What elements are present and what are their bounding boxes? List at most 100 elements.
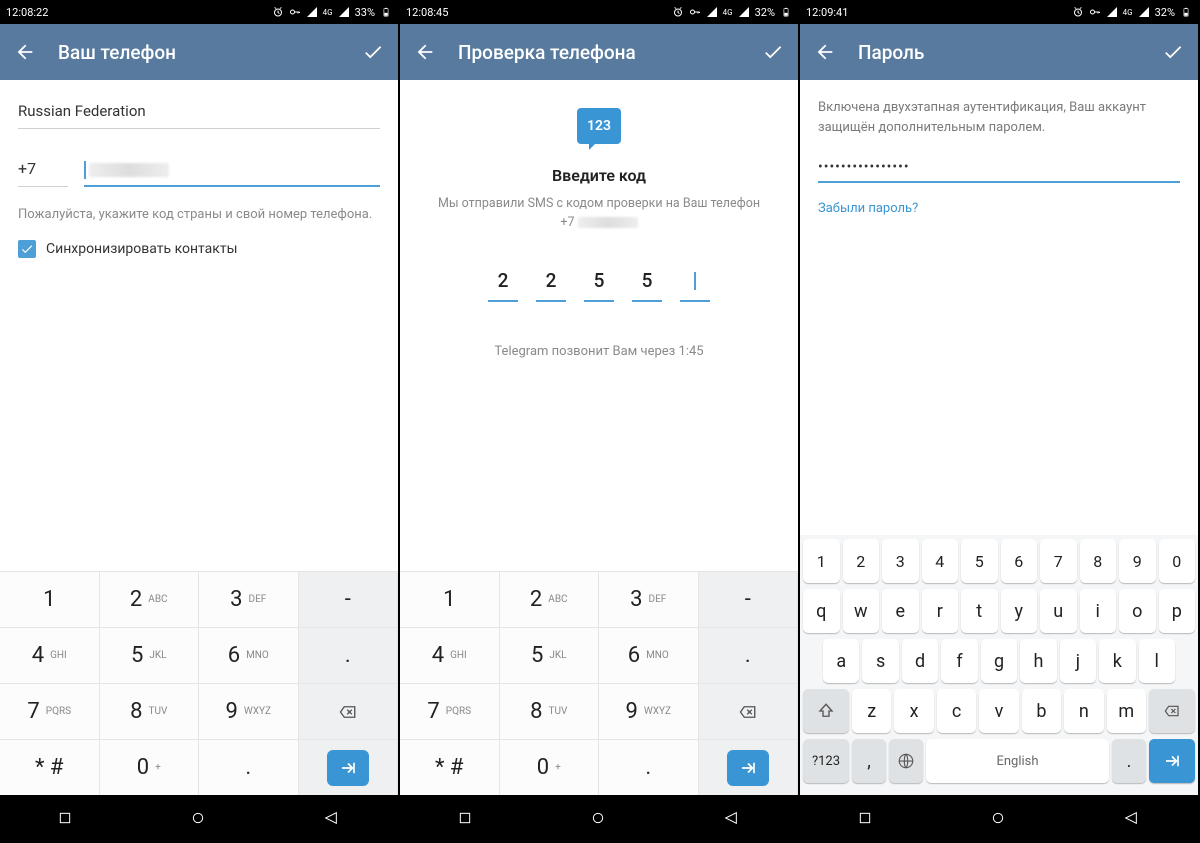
key-[interactable]: . xyxy=(199,739,299,795)
phone-number-field[interactable] xyxy=(84,153,380,187)
code-digit-5[interactable] xyxy=(680,265,710,302)
key-1[interactable]: 1 xyxy=(0,571,100,627)
code-digit-2[interactable]: 2 xyxy=(536,265,566,302)
key-go[interactable] xyxy=(1149,739,1195,783)
key-r[interactable]: r xyxy=(922,589,959,633)
key-k[interactable]: k xyxy=(1099,639,1135,683)
confirm-icon[interactable] xyxy=(1162,41,1184,63)
key-9[interactable]: 9WXYZ xyxy=(599,683,699,739)
key-0[interactable]: 0+ xyxy=(500,739,600,795)
password-field[interactable]: •••••••••••••••• xyxy=(818,153,1180,183)
nav-home-icon[interactable] xyxy=(190,810,208,828)
confirm-icon[interactable] xyxy=(762,41,784,63)
key-6[interactable]: 6MNO xyxy=(599,627,699,683)
key-7[interactable]: 7PQRS xyxy=(400,683,500,739)
forgot-password-link[interactable]: Забыли пароль? xyxy=(800,187,1198,230)
nav-back-icon[interactable] xyxy=(1123,810,1141,828)
key-8[interactable]: 8 xyxy=(1080,539,1117,583)
key-v[interactable]: v xyxy=(979,689,1018,733)
back-icon[interactable] xyxy=(414,41,436,63)
key-[interactable]: . xyxy=(299,627,399,683)
key-n[interactable]: n xyxy=(1064,689,1103,733)
key-c[interactable]: c xyxy=(937,689,976,733)
key-3[interactable]: 3DEF xyxy=(199,571,299,627)
key-go[interactable] xyxy=(699,739,799,795)
key-7[interactable]: 7PQRS xyxy=(0,683,100,739)
key-8[interactable]: 8TUV xyxy=(100,683,200,739)
key-go[interactable] xyxy=(299,739,399,795)
key-s[interactable]: s xyxy=(862,639,898,683)
country-code-field[interactable]: +7 xyxy=(18,153,68,187)
key-7[interactable]: 7 xyxy=(1040,539,1077,583)
key-f[interactable]: f xyxy=(941,639,977,683)
key-period[interactable]: . xyxy=(1112,739,1146,783)
key-g[interactable]: g xyxy=(981,639,1017,683)
nav-recent-icon[interactable] xyxy=(57,810,75,828)
code-digit-3[interactable]: 5 xyxy=(584,265,614,302)
key-[interactable]: * # xyxy=(0,739,100,795)
back-icon[interactable] xyxy=(814,41,836,63)
key-9[interactable]: 9 xyxy=(1119,539,1156,583)
key-comma[interactable]: , xyxy=(852,739,886,783)
nav-home-icon[interactable] xyxy=(590,810,608,828)
nav-recent-icon[interactable] xyxy=(857,810,875,828)
nav-back-icon[interactable] xyxy=(723,810,741,828)
key-y[interactable]: y xyxy=(1001,589,1038,633)
nav-back-icon[interactable] xyxy=(323,810,341,828)
key-[interactable]: - xyxy=(299,571,399,627)
key-5[interactable]: 5JKL xyxy=(500,627,600,683)
key-l[interactable]: l xyxy=(1139,639,1175,683)
key-symbols[interactable]: ?123 xyxy=(803,739,849,783)
back-icon[interactable] xyxy=(14,41,36,63)
key-8[interactable]: 8TUV xyxy=(500,683,600,739)
key-w[interactable]: w xyxy=(843,589,880,633)
key-backspace[interactable] xyxy=(1149,689,1195,733)
key-[interactable]: * # xyxy=(400,739,500,795)
key-x[interactable]: x xyxy=(894,689,933,733)
key-4[interactable]: 4GHI xyxy=(0,627,100,683)
key-2[interactable]: 2ABC xyxy=(500,571,600,627)
key-a[interactable]: a xyxy=(823,639,859,683)
key-t[interactable]: t xyxy=(961,589,998,633)
key-1[interactable]: 1 xyxy=(803,539,840,583)
key-h[interactable]: h xyxy=(1020,639,1056,683)
key-e[interactable]: e xyxy=(882,589,919,633)
key-0[interactable]: 0 xyxy=(1159,539,1196,583)
key-[interactable]: . xyxy=(699,627,799,683)
key-5[interactable]: 5 xyxy=(961,539,998,583)
key-2[interactable]: 2 xyxy=(843,539,880,583)
code-digit-4[interactable]: 5 xyxy=(632,265,662,302)
key-[interactable]: . xyxy=(599,739,699,795)
key-u[interactable]: u xyxy=(1040,589,1077,633)
key-3[interactable]: 3DEF xyxy=(599,571,699,627)
key-4[interactable]: 4 xyxy=(922,539,959,583)
key-6[interactable]: 6MNO xyxy=(199,627,299,683)
key-backspace[interactable] xyxy=(299,683,399,739)
country-field[interactable]: Russian Federation xyxy=(18,94,380,129)
confirm-icon[interactable] xyxy=(362,41,384,63)
sync-contacts-row[interactable]: Синхронизировать контакты xyxy=(0,236,398,262)
key-shift[interactable] xyxy=(803,689,849,733)
key-q[interactable]: q xyxy=(803,589,840,633)
key-j[interactable]: j xyxy=(1060,639,1096,683)
key-p[interactable]: p xyxy=(1159,589,1196,633)
key-4[interactable]: 4GHI xyxy=(400,627,500,683)
key-z[interactable]: z xyxy=(852,689,891,733)
key-2[interactable]: 2ABC xyxy=(100,571,200,627)
key-3[interactable]: 3 xyxy=(882,539,919,583)
key-b[interactable]: b xyxy=(1022,689,1061,733)
code-digit-1[interactable]: 2 xyxy=(488,265,518,302)
key-language[interactable] xyxy=(889,739,923,783)
key-1[interactable]: 1 xyxy=(400,571,500,627)
key-m[interactable]: m xyxy=(1107,689,1146,733)
key-9[interactable]: 9WXYZ xyxy=(199,683,299,739)
key-[interactable]: - xyxy=(699,571,799,627)
key-o[interactable]: o xyxy=(1119,589,1156,633)
key-space[interactable]: English xyxy=(926,739,1109,783)
key-i[interactable]: i xyxy=(1080,589,1117,633)
key-5[interactable]: 5JKL xyxy=(100,627,200,683)
key-6[interactable]: 6 xyxy=(1001,539,1038,583)
nav-home-icon[interactable] xyxy=(990,810,1008,828)
nav-recent-icon[interactable] xyxy=(457,810,475,828)
key-backspace[interactable] xyxy=(699,683,799,739)
